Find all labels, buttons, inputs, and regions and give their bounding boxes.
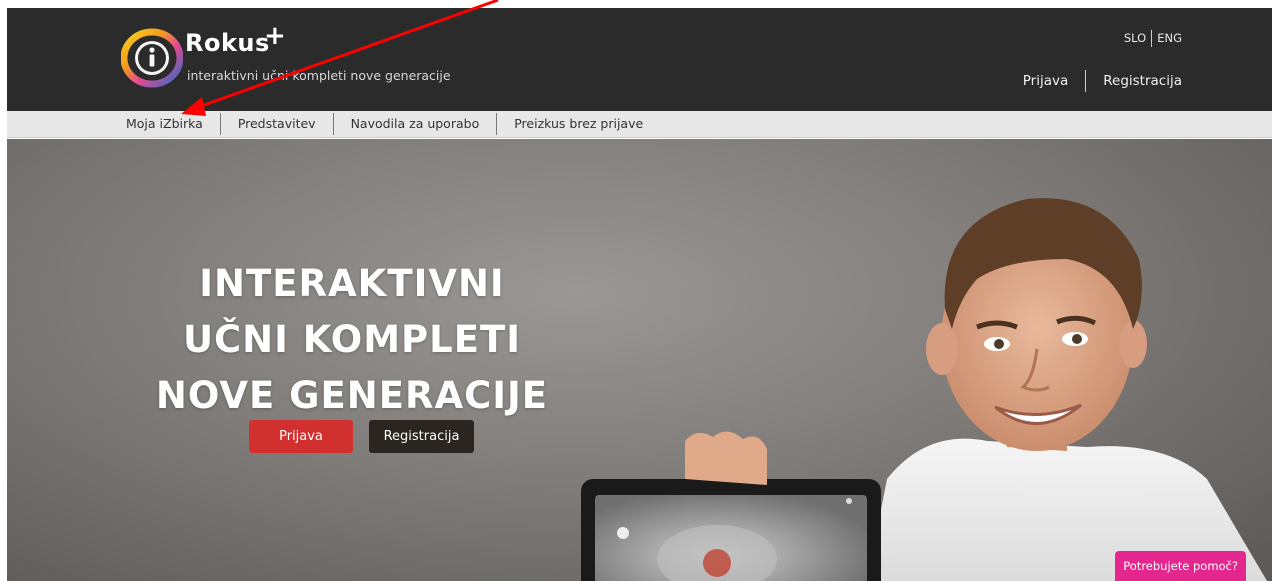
logo-icon xyxy=(121,28,183,88)
hero-register-button[interactable]: Registracija xyxy=(369,420,474,453)
account-divider xyxy=(1085,70,1087,92)
header-register-link[interactable]: Registracija xyxy=(1103,73,1182,89)
language-switcher: SLO ENG xyxy=(1124,30,1182,47)
nav-item-navodila[interactable]: Navodila za uporabo xyxy=(334,114,497,134)
header-login-link[interactable]: Prijava xyxy=(1023,73,1069,89)
lang-eng[interactable]: ENG xyxy=(1157,31,1182,45)
account-links: Prijava Registracija xyxy=(1023,70,1182,92)
hero-image-boy-with-tablet xyxy=(581,198,1267,581)
lang-slo[interactable]: SLO xyxy=(1124,31,1146,45)
header: Rokus + interaktivni učni kompleti nove … xyxy=(7,8,1272,111)
hero-login-button[interactable]: Prijava xyxy=(249,420,353,453)
lang-divider xyxy=(1151,30,1153,47)
main-nav: Moja iZbirka Predstavitev Navodila za up… xyxy=(7,111,1272,138)
hero-headline-line: NOVE GENERACIJE xyxy=(155,374,549,417)
hero-headline-line: INTERAKTIVNI xyxy=(199,262,505,305)
nav-item-preizkus[interactable]: Preizkus brez prijave xyxy=(497,114,660,134)
brand-name: Rokus xyxy=(185,29,270,57)
hero-headline-line: UČNI KOMPLETI xyxy=(182,318,522,361)
help-button[interactable]: Potrebujete pomoč? xyxy=(1115,551,1246,581)
logo[interactable]: Rokus + interaktivni učni kompleti nove … xyxy=(121,21,541,95)
hero-banner: INTERAKTIVNI UČNI KOMPLETI NOVE GENERACI… xyxy=(7,139,1272,581)
hero-headline: INTERAKTIVNI UČNI KOMPLETI NOVE GENERACI… xyxy=(127,256,577,424)
page: Rokus + interaktivni učni kompleti nove … xyxy=(7,8,1272,581)
nav-item-predstavitev[interactable]: Predstavitev xyxy=(221,114,333,134)
brand-plus: + xyxy=(264,21,286,51)
brand-tagline: interaktivni učni kompleti nove generaci… xyxy=(187,68,451,83)
nav-item-moja-izbirka[interactable]: Moja iZbirka xyxy=(126,114,220,134)
